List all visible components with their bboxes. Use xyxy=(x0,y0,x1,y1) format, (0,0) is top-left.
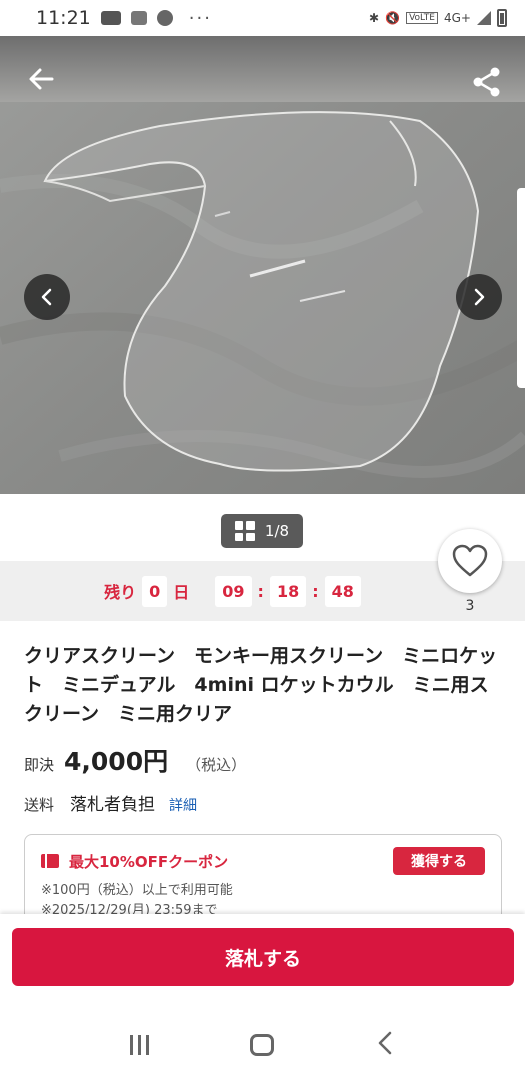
side-drawer-handle[interactable] xyxy=(517,188,525,388)
price-value: 4,000円 xyxy=(64,747,169,776)
network-type: 4G+ xyxy=(444,11,471,25)
recent-apps-button[interactable] xyxy=(130,1035,150,1055)
shipping-label: 送料 xyxy=(24,796,55,814)
arrow-left-icon xyxy=(29,68,54,90)
timer-seconds: 48 xyxy=(324,575,361,607)
favorite-count: 3 xyxy=(465,598,475,614)
chevron-left-icon xyxy=(41,288,52,306)
clock: 11:21 xyxy=(36,7,91,29)
shipping-row: 送料 落札者負担 詳細 xyxy=(24,790,197,815)
battery-icon xyxy=(497,9,507,27)
price-row: 即決 4,000円 （税込） xyxy=(24,742,246,778)
get-coupon-button[interactable]: 獲得する xyxy=(393,847,485,875)
timer-minutes: 18 xyxy=(269,575,307,607)
news-icon xyxy=(130,11,147,25)
image-counter[interactable]: 1/8 xyxy=(221,514,303,548)
buy-now-button[interactable]: 落札する xyxy=(12,928,514,986)
back-button[interactable] xyxy=(24,64,58,98)
status-bar: 11:21 ··· ✱ 🔇 VoLTE 4G+ xyxy=(0,0,525,36)
coupon-title: 最大10%OFFクーポン xyxy=(69,852,229,871)
system-back-button[interactable] xyxy=(375,1030,395,1060)
volte-icon: VoLTE xyxy=(406,12,438,24)
tax-label: （税込） xyxy=(186,756,247,774)
coupon-icon xyxy=(41,854,59,868)
shipping-details-link[interactable]: 詳細 xyxy=(169,795,197,815)
system-navigation-bar xyxy=(0,1010,525,1080)
day-unit: 日 xyxy=(173,583,190,602)
signal-icon xyxy=(477,11,491,25)
timer-hours: 09 xyxy=(215,575,252,607)
chrome-icon xyxy=(156,10,173,26)
share-button[interactable] xyxy=(471,66,503,98)
timer-separator: : xyxy=(312,581,319,601)
home-button[interactable] xyxy=(249,1034,274,1056)
bottom-action-bar: 落札する xyxy=(0,914,525,1014)
favorite-button[interactable] xyxy=(438,529,502,593)
mute-icon: 🔇 xyxy=(385,11,401,25)
prev-image-button[interactable] xyxy=(24,274,70,320)
coupon-note-1: ※100円（税込）以上で利用可能 xyxy=(41,883,233,898)
price-label: 即決 xyxy=(24,756,55,774)
share-icon xyxy=(473,67,500,97)
timer-separator: : xyxy=(257,581,264,601)
item-title: クリアスクリーン モンキー用スクリーン ミニロケット ミニデュアル 4mini … xyxy=(24,645,498,725)
image-counter-label: 1/8 xyxy=(264,522,290,540)
chevron-left-icon xyxy=(378,1031,391,1055)
grid-icon xyxy=(234,521,255,541)
next-image-button[interactable] xyxy=(456,274,502,320)
timer-days: 0 xyxy=(142,575,168,607)
more-notifications-icon: ··· xyxy=(188,7,212,29)
youtube-icon xyxy=(100,11,121,25)
bluetooth-icon: ✱ xyxy=(369,11,380,25)
heart-icon xyxy=(452,544,488,577)
shipping-value: 落札者負担 xyxy=(70,795,156,815)
chevron-right-icon xyxy=(474,288,485,306)
image-gallery[interactable] xyxy=(0,36,525,494)
product-photo xyxy=(0,36,525,494)
remaining-label: 残り xyxy=(104,583,137,602)
